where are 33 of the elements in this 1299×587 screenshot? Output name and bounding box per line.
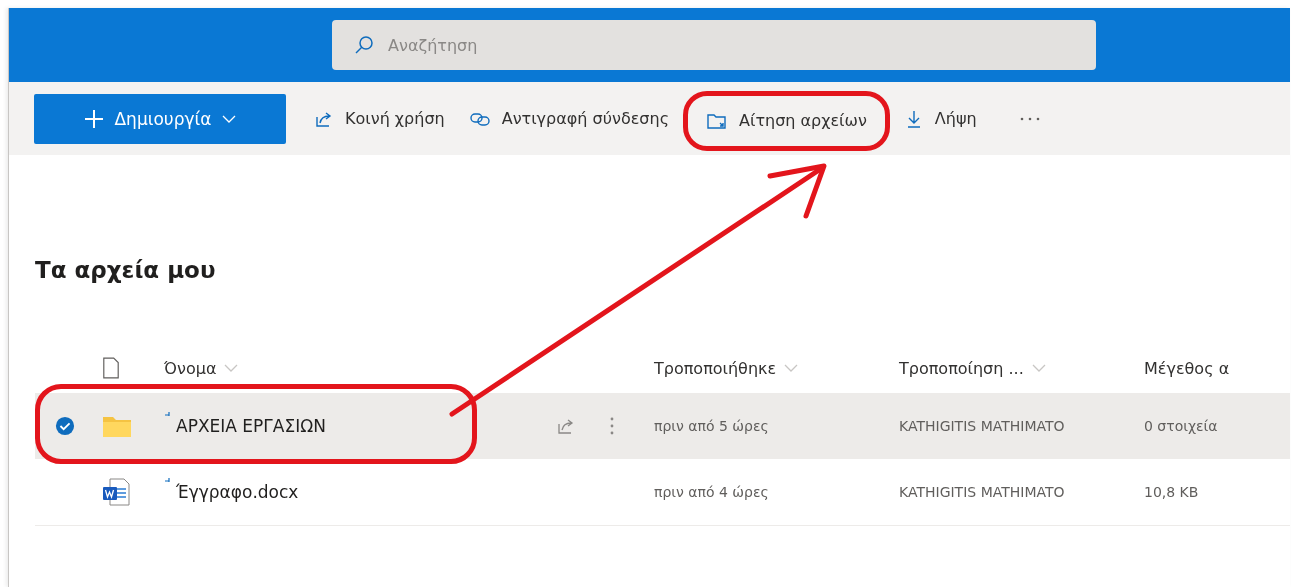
toolbar-button[interactable]: Αντιγραφή σύνδεσης <box>458 96 679 141</box>
column-header[interactable]: Τροποποιήθηκε <box>654 358 777 378</box>
table-cell-text: KATHIGITIS MATHIMATO <box>899 418 1066 434</box>
column-header[interactable]: Όνομα <box>164 358 217 378</box>
file-name[interactable]: Έγγραφο.docx <box>176 482 299 502</box>
column-header[interactable]: Τροποποίηση ... <box>899 358 1024 378</box>
chevron-down-icon <box>221 113 236 124</box>
folder-icon <box>102 414 132 438</box>
checkmark-icon[interactable] <box>54 416 75 436</box>
toolbar-button[interactable]: Κοινή χρήση <box>304 96 455 141</box>
table-cell-text: 0 στοιχεία <box>1144 418 1219 434</box>
column-header[interactable]: Μέγεθος α <box>1144 358 1230 378</box>
plus-icon <box>84 108 105 129</box>
more-icon[interactable] <box>1018 115 1041 122</box>
file-type-icon <box>102 357 120 379</box>
table-row[interactable]: ΑΡΧΕΙΑ ΕΡΓΑΣΙΩΝ πριν από 5 ώρες KATHIGITIS MATHIMATO 0 στοιχεία <box>35 393 1290 459</box>
more-icon[interactable] <box>610 416 614 436</box>
search-field[interactable]: Αναζήτηση <box>332 20 1096 70</box>
table-cell-text: 10,8 KB <box>1144 484 1200 500</box>
search-icon <box>354 35 374 55</box>
file-name[interactable]: ΑΡΧΕΙΑ ΕΡΓΑΣΙΩΝ <box>176 416 326 436</box>
page-title: Τα αρχεία μου <box>35 257 217 283</box>
chevron-down-icon <box>224 363 239 373</box>
new-button[interactable]: Δημιουργία <box>34 93 286 144</box>
word-document-icon <box>102 477 130 507</box>
table-cell-text: πριν από 4 ώρες <box>654 484 770 500</box>
toolbar-button[interactable]: Λήψη <box>893 96 987 141</box>
chevron-down-icon <box>1031 363 1046 373</box>
table-cell-text: KATHIGITIS MATHIMATO <box>899 484 1066 500</box>
toolbar-button[interactable]: Αίτηση αρχείων <box>696 98 877 143</box>
chevron-down-icon <box>784 363 799 373</box>
table-row[interactable]: Έγγραφο.docx πριν από 4 ώρες KATHIGITIS MATHIMATO 10,8 KB <box>35 459 1290 526</box>
table-cell-text: πριν από 5 ώρες <box>654 418 770 434</box>
